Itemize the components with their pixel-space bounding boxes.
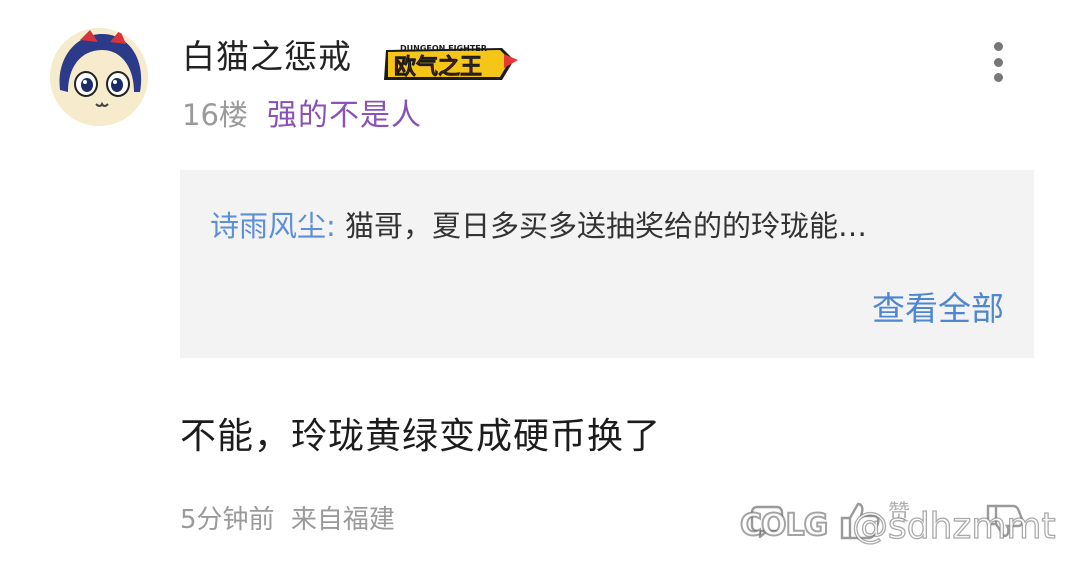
comment-time: 5分钟前 [180,505,275,535]
floor-tag: 强的不是人 [267,98,422,133]
more-vertical-icon[interactable] [980,38,1016,86]
username[interactable]: 白猫之惩戒 [182,36,352,78]
avatar[interactable] [50,28,148,126]
quote-text: 猫哥，夏日多买多送抽奖给的的玲珑能… [345,209,868,243]
comment-page: 白猫之惩戒 DUNGEON FIGHTER 欧气之王 16楼 强的不是人 诗雨风… [0,0,1080,572]
more-dot [993,73,1003,82]
quote-line: 诗雨风尘: 猫哥，夏日多买多送抽奖给的的玲珑能… [210,206,1010,246]
quoted-comment[interactable]: 诗雨风尘: 猫哥，夏日多买多送抽奖给的的玲珑能… 查看全部 [180,170,1034,358]
comment-body: 不能，玲珑黄绿变成硬币换了 [180,416,662,457]
view-all-link[interactable]: 查看全部 [872,288,1004,330]
badge-subtext: DUNGEON FIGHTER [400,44,487,53]
quote-author[interactable]: 诗雨风尘: [210,209,336,243]
floor-line: 16楼 强的不是人 [182,95,422,135]
watermark-handle: @sdhzmmt [851,505,1056,547]
comment-location: 来自福建 [290,505,395,535]
more-dot [993,42,1003,51]
more-dot [993,57,1003,67]
thumbs-up-icon[interactable] [838,500,882,540]
anime-girl-avatar-icon [50,28,148,126]
comment-meta: 5分钟前 来自福建 [180,502,403,538]
rank-badge: DUNGEON FIGHTER 欧气之王 [380,40,520,82]
floor-number: 16楼 [182,98,248,132]
like-label[interactable]: 赞 [888,500,910,528]
reply-icon[interactable] [750,504,784,540]
thumbs-down-icon[interactable] [984,504,1024,538]
badge-text: 欧气之王 [394,54,482,80]
